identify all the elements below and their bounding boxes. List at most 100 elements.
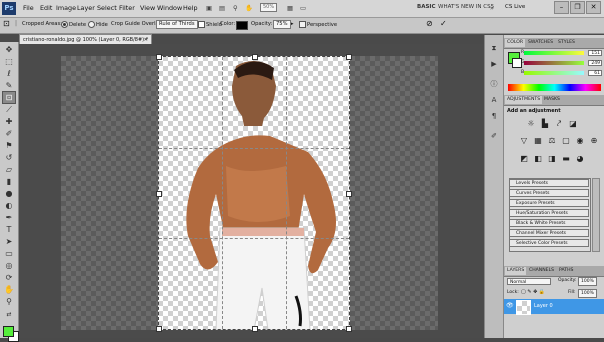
preset-curves[interactable]: Curves Presets xyxy=(509,189,589,197)
overlay-select[interactable]: Rule of Thirds xyxy=(156,20,198,29)
preset-levels[interactable]: Levels Presets xyxy=(509,179,589,187)
hand-tool-icon[interactable]: ✋ xyxy=(3,284,15,295)
blue-value-field[interactable]: 61 xyxy=(588,70,602,76)
layer-name[interactable]: Layer 0 xyxy=(534,303,553,309)
red-slider[interactable] xyxy=(524,51,584,55)
actions-panel-icon[interactable]: ▶ xyxy=(488,59,500,70)
preset-exposure[interactable]: Exposure Presets xyxy=(509,199,589,207)
menu-image[interactable]: Image xyxy=(56,4,76,12)
crop-handle-left[interactable] xyxy=(156,191,162,197)
tab-swatches[interactable]: SWATCHES xyxy=(526,39,555,47)
cs-live-button[interactable]: CS Live xyxy=(505,4,525,10)
gradient-map-icon[interactable]: ▬ xyxy=(561,154,571,164)
menu-help[interactable]: Help xyxy=(183,4,198,12)
tab-adjustments[interactable]: ADJUSTMENTS xyxy=(505,96,543,104)
black-white-icon[interactable]: ▢ xyxy=(561,136,571,146)
crop-tool-icon[interactable]: ⊡ xyxy=(2,91,16,104)
levels-icon[interactable]: ▙ xyxy=(540,119,550,129)
arrange-documents-icon[interactable]: ▦ xyxy=(287,4,293,12)
shape-tool-icon[interactable]: ▭ xyxy=(3,248,15,259)
blue-slider[interactable] xyxy=(524,71,584,75)
crop-handle-bottom[interactable] xyxy=(252,326,258,332)
canvas-area[interactable] xyxy=(19,44,501,338)
mini-bridge-icon[interactable]: ▤ xyxy=(219,4,225,12)
menu-filter[interactable]: Filter xyxy=(119,4,135,12)
blur-tool-icon[interactable]: ● xyxy=(3,188,15,199)
foreground-color-swatch[interactable] xyxy=(3,326,14,337)
3d-rotate-tool-icon[interactable]: ◎ xyxy=(3,260,15,271)
color-balance-icon[interactable]: ⚖ xyxy=(547,136,557,146)
brush-panel-icon[interactable]: ✐ xyxy=(488,131,500,142)
crop-handle-top-left[interactable] xyxy=(156,54,162,60)
path-selection-tool-icon[interactable]: ➤ xyxy=(3,236,15,247)
tab-channels[interactable]: CHANNELS xyxy=(527,267,556,275)
history-brush-tool-icon[interactable]: ↺ xyxy=(3,152,15,163)
move-tool-icon[interactable]: ✥ xyxy=(3,44,15,55)
tab-paths[interactable]: PATHS xyxy=(557,267,575,275)
minimize-button[interactable]: – xyxy=(554,1,569,14)
vibrance-icon[interactable]: ▽ xyxy=(519,136,529,146)
menu-edit[interactable]: Edit xyxy=(40,4,52,12)
crop-handle-top-right[interactable] xyxy=(346,54,352,60)
pen-tool-icon[interactable]: ✒ xyxy=(3,212,15,223)
preset-black-white[interactable]: Black & White Presets xyxy=(509,219,589,227)
paragraph-panel-icon[interactable]: ¶ xyxy=(488,111,500,122)
shield-color-swatch[interactable] xyxy=(236,21,248,30)
layer-row[interactable]: 👁 Layer 0 xyxy=(504,299,604,315)
quick-selection-tool-icon[interactable]: ✎ xyxy=(3,80,15,91)
fill-field[interactable]: 100% xyxy=(578,289,597,298)
lock-icons[interactable]: ▢ ✎ ✥ 🔒 xyxy=(521,289,545,295)
character-panel-icon[interactable]: A xyxy=(488,95,500,106)
curves-icon[interactable]: ⤤ xyxy=(554,119,564,129)
brush-tool-icon[interactable]: ✐ xyxy=(3,128,15,139)
crop-tool-icon[interactable]: ⊡ xyxy=(3,19,10,28)
menu-file[interactable]: File xyxy=(23,4,34,12)
preset-hue-saturation[interactable]: Hue/Saturation Presets xyxy=(509,209,589,217)
hide-radio[interactable]: Hide xyxy=(88,21,108,28)
selective-color-icon[interactable]: ◕ xyxy=(575,154,585,164)
lasso-tool-icon[interactable]: ℓ xyxy=(3,68,15,79)
type-tool-icon[interactable]: T xyxy=(3,224,15,235)
menu-layer[interactable]: Layer xyxy=(77,4,95,12)
healing-brush-tool-icon[interactable]: ✚ xyxy=(3,116,15,127)
shield-checkbox[interactable]: Shield xyxy=(198,21,222,28)
tab-layers[interactable]: LAYERS xyxy=(505,267,527,275)
presets-scrollbar[interactable] xyxy=(592,178,600,252)
crop-handle-right[interactable] xyxy=(346,191,352,197)
perspective-checkbox[interactable]: Perspective xyxy=(299,21,337,28)
preset-selective-color[interactable]: Selective Color Presets xyxy=(509,239,589,247)
menu-select[interactable]: Select xyxy=(97,4,117,12)
cancel-crop-icon[interactable]: ⊘ xyxy=(426,19,433,28)
menu-view[interactable]: View xyxy=(140,4,155,12)
delete-radio[interactable]: Delete xyxy=(61,21,86,28)
zoom-level-select[interactable]: 50% xyxy=(260,3,278,12)
zoom-tool-icon[interactable]: ⚲ xyxy=(233,4,238,12)
close-button[interactable]: ✕ xyxy=(586,1,601,14)
workspace-basic[interactable]: BASIC xyxy=(417,4,436,10)
hue-saturation-icon[interactable]: ▦ xyxy=(533,136,543,146)
opacity-field[interactable]: 75% xyxy=(273,20,291,29)
document-tab[interactable]: cristiano-ronaldo.jpg @ 100% (Layer 0, R… xyxy=(19,34,152,44)
eraser-tool-icon[interactable]: ▱ xyxy=(3,164,15,175)
history-panel-icon[interactable]: ⧗ xyxy=(488,43,500,54)
commit-crop-icon[interactable]: ✓ xyxy=(440,19,447,28)
threshold-icon[interactable]: ◨ xyxy=(547,154,557,164)
preset-channel-mixer[interactable]: Channel Mixer Presets xyxy=(509,229,589,237)
eyedropper-tool-icon[interactable]: ⟋ xyxy=(3,104,15,115)
blend-mode-select[interactable]: Normal xyxy=(507,278,551,285)
dodge-tool-icon[interactable]: ◐ xyxy=(3,200,15,211)
menu-window[interactable]: Window xyxy=(157,4,182,12)
clone-stamp-tool-icon[interactable]: ⚑ xyxy=(3,140,15,151)
zoom-tool-icon[interactable]: ⚲ xyxy=(3,296,15,307)
gradient-tool-icon[interactable]: ▮ xyxy=(3,176,15,187)
layer-opacity-field[interactable]: 100% xyxy=(578,277,597,286)
photo-filter-icon[interactable]: ◉ xyxy=(575,136,585,146)
close-document-icon[interactable]: ✕ xyxy=(144,35,148,44)
marquee-tool-icon[interactable]: ⬚ xyxy=(3,56,15,67)
green-slider[interactable] xyxy=(524,61,584,65)
bridge-icon[interactable]: ▣ xyxy=(206,4,212,12)
hand-tool-icon[interactable]: ✋ xyxy=(245,4,253,12)
visibility-eye-icon[interactable]: 👁 xyxy=(506,302,514,309)
swap-colors-icon[interactable]: ⇄ xyxy=(3,309,15,320)
crop-handle-bottom-right[interactable] xyxy=(346,326,352,332)
